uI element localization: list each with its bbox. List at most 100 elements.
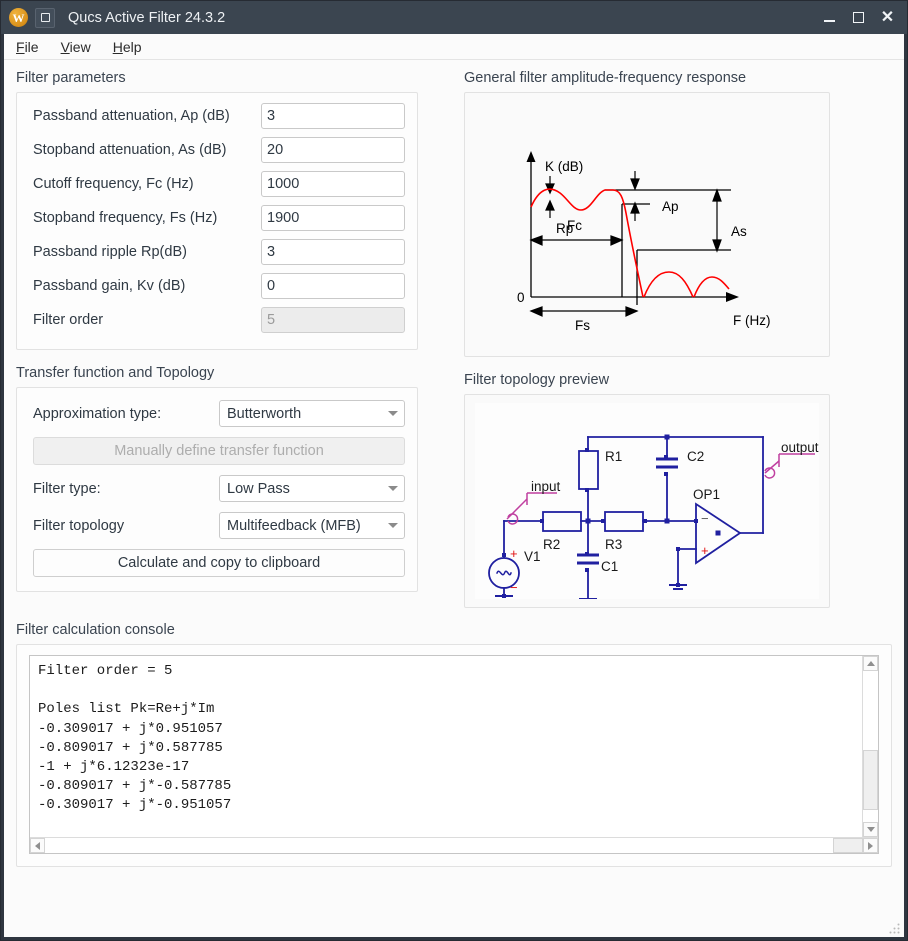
- label-k-db: K (dB): [545, 159, 583, 174]
- param-row-kv: Passband gain, Kv (dB): [33, 273, 405, 299]
- filter-type-select[interactable]: Low Pass: [219, 475, 405, 502]
- part-label-r1: R1: [605, 449, 622, 464]
- approximation-label: Approximation type:: [33, 406, 161, 422]
- approximation-select[interactable]: Butterworth: [219, 400, 405, 427]
- param-row-order: Filter order: [33, 307, 405, 333]
- param-label-order: Filter order: [33, 312, 103, 328]
- label-as: As: [731, 224, 747, 239]
- application-window: W Qucs Active Filter 24.3.2 ✕ File View …: [0, 0, 908, 941]
- menu-help[interactable]: Help: [113, 39, 142, 55]
- horizontal-scroll-spacer: [833, 838, 863, 853]
- response-preview-title: General filter amplitude-frequency respo…: [464, 70, 830, 86]
- output-port-icon: [765, 454, 815, 478]
- console-vertical-scrollbar[interactable]: [862, 656, 878, 837]
- menu-file[interactable]: File: [16, 39, 39, 55]
- part-label-c1: C1: [601, 559, 618, 574]
- menu-bar: File View Help: [4, 34, 904, 60]
- approximation-row: Approximation type: Butterworth: [33, 400, 405, 427]
- window-title: Qucs Active Filter 24.3.2: [68, 10, 225, 26]
- param-input-ap[interactable]: [261, 103, 405, 129]
- manual-transfer-function-button: Manually define transfer function: [33, 437, 405, 465]
- topology-preview-panel: + − + − R1 C2: [464, 394, 830, 608]
- svg-text:−: −: [510, 580, 518, 595]
- svg-text:−: −: [701, 511, 709, 526]
- right-column: General filter amplitude-frequency respo…: [464, 70, 830, 608]
- horizontal-scroll-thumb[interactable]: [45, 838, 833, 853]
- chevron-down-icon: [388, 411, 398, 416]
- scroll-down-arrow-icon[interactable]: [863, 822, 878, 837]
- console-horizontal-scrollbar[interactable]: [30, 837, 878, 853]
- filter-topology-value: Multifeedback (MFB): [227, 518, 361, 534]
- maximize-button[interactable]: [845, 5, 872, 30]
- approximation-value: Butterworth: [227, 406, 301, 422]
- vertical-scroll-thumb[interactable]: [863, 750, 878, 810]
- label-zero: 0: [517, 290, 525, 305]
- part-label-r3: R3: [605, 537, 622, 552]
- param-label-as: Stopband attenuation, As (dB): [33, 142, 226, 158]
- topology-preview-title: Filter topology preview: [464, 372, 830, 388]
- ground-symbols: [495, 585, 687, 599]
- label-fs: Fs: [575, 318, 590, 333]
- transfer-function-panel: Approximation type: Butterworth Manually…: [16, 387, 418, 592]
- filter-parameters-title: Filter parameters: [16, 70, 418, 86]
- amplitude-frequency-diagram: K (dB) 0 Rp Ap As Fc Fc Fs F (Hz): [465, 93, 829, 356]
- vertical-scroll-track[interactable]: [863, 671, 878, 822]
- param-row-ap: Passband attenuation, Ap (dB): [33, 103, 405, 129]
- label-f-hz: F (Hz): [733, 313, 771, 328]
- scroll-left-arrow-icon[interactable]: [30, 838, 45, 853]
- param-input-kv[interactable]: [261, 273, 405, 299]
- calculate-button[interactable]: Calculate and copy to clipboard: [33, 549, 405, 577]
- minimize-button[interactable]: [816, 5, 843, 30]
- part-label-r2: R2: [543, 537, 560, 552]
- param-input-rp[interactable]: [261, 239, 405, 265]
- port-label-input: input: [531, 479, 561, 494]
- scroll-right-arrow-icon[interactable]: [863, 838, 878, 853]
- param-input-as[interactable]: [261, 137, 405, 163]
- param-row-fs: Stopband frequency, Fs (Hz): [33, 205, 405, 231]
- left-column: Filter parameters Passband attenuation, …: [16, 70, 418, 608]
- param-label-rp: Passband ripple Rp(dB): [33, 244, 187, 260]
- resize-grip-icon[interactable]: [888, 922, 901, 935]
- param-input-fs[interactable]: [261, 205, 405, 231]
- circuit-schematic: + − + − R1 C2: [475, 403, 819, 599]
- console-section: Filter calculation console Filter order …: [16, 622, 892, 867]
- param-input-fc[interactable]: [261, 171, 405, 197]
- response-preview-panel: K (dB) 0 Rp Ap As Fc Fc Fs F (Hz): [464, 92, 830, 357]
- title-bar: W Qucs Active Filter 24.3.2 ✕: [1, 1, 907, 34]
- filter-type-value: Low Pass: [227, 481, 290, 497]
- filter-topology-select[interactable]: Multifeedback (MFB): [219, 512, 405, 539]
- port-label-output: output: [781, 440, 819, 455]
- param-row-rp: Passband ripple Rp(dB): [33, 239, 405, 265]
- filter-parameters-panel: Passband attenuation, Ap (dB) Stopband a…: [16, 92, 418, 350]
- chevron-down-icon: [388, 486, 398, 491]
- param-label-ap: Passband attenuation, Ap (dB): [33, 108, 230, 124]
- filter-topology-row: Filter topology Multifeedback (MFB): [33, 512, 405, 539]
- part-label-v1: V1: [524, 549, 541, 564]
- upper-columns: Filter parameters Passband attenuation, …: [16, 70, 892, 608]
- filter-type-label: Filter type:: [33, 481, 101, 497]
- console-output[interactable]: Filter order = 5 Poles list Pk=Re+j*Im -…: [30, 656, 862, 837]
- part-label-op1: OP1: [693, 487, 720, 502]
- console-panel: Filter order = 5 Poles list Pk=Re+j*Im -…: [16, 644, 892, 867]
- part-label-c2: C2: [687, 449, 704, 464]
- window-menu-icon[interactable]: [35, 8, 55, 28]
- param-label-fs: Stopband frequency, Fs (Hz): [33, 210, 217, 226]
- menu-view[interactable]: View: [61, 39, 91, 55]
- main-content: Filter parameters Passband attenuation, …: [4, 60, 904, 937]
- label-fc-vis: Fc: [567, 218, 582, 233]
- window-controls: ✕: [816, 5, 903, 30]
- opamp-inverting-mark: −: [701, 511, 709, 526]
- svg-text:+: +: [510, 546, 518, 561]
- param-row-fc: Cutoff frequency, Fc (Hz): [33, 171, 405, 197]
- close-button[interactable]: ✕: [874, 5, 901, 30]
- scroll-up-arrow-icon[interactable]: [863, 656, 878, 671]
- param-label-fc: Cutoff frequency, Fc (Hz): [33, 176, 194, 192]
- param-row-as: Stopband attenuation, As (dB): [33, 137, 405, 163]
- console-title: Filter calculation console: [16, 622, 892, 638]
- filter-topology-label: Filter topology: [33, 518, 124, 534]
- svg-text:+: +: [701, 543, 709, 558]
- qucs-logo-icon: W: [9, 8, 28, 27]
- label-ap: Ap: [662, 199, 679, 214]
- console-box: Filter order = 5 Poles list Pk=Re+j*Im -…: [29, 655, 879, 854]
- horizontal-scroll-track[interactable]: [45, 838, 833, 853]
